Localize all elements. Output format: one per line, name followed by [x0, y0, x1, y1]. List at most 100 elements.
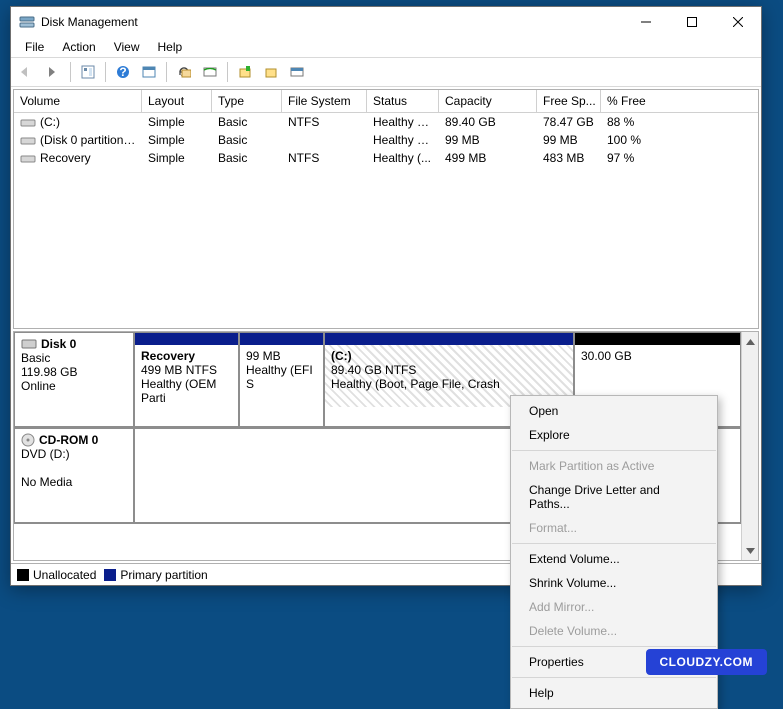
- help-button[interactable]: ?: [111, 60, 135, 84]
- part-line2: 99 MB: [246, 349, 317, 363]
- vol-pct: 97 %: [601, 150, 681, 166]
- ctx-change-drive-letter[interactable]: Change Drive Letter and Paths...: [511, 478, 717, 516]
- maximize-button[interactable]: [669, 7, 715, 37]
- col-filesystem[interactable]: File System: [282, 90, 367, 112]
- vol-cap: 89.40 GB: [439, 114, 537, 130]
- ctx-explore[interactable]: Explore: [511, 423, 717, 447]
- partition-color-bar: [575, 333, 740, 345]
- toolbar-sep: [70, 62, 71, 82]
- cdrom-icon: [21, 433, 35, 447]
- titlebar-left: Disk Management: [19, 14, 138, 30]
- vol-type: Basic: [212, 132, 282, 148]
- action3-icon[interactable]: [285, 60, 309, 84]
- vol-pct: 100 %: [601, 132, 681, 148]
- vertical-scrollbar[interactable]: [741, 332, 758, 560]
- col-free[interactable]: Free Sp...: [537, 90, 601, 112]
- vol-pct: 88 %: [601, 114, 681, 130]
- vol-cap: 99 MB: [439, 132, 537, 148]
- action2-icon[interactable]: [259, 60, 283, 84]
- menu-help[interactable]: Help: [150, 38, 191, 56]
- svg-text:?: ?: [119, 65, 126, 79]
- swatch-blue: [104, 569, 116, 581]
- minimize-button[interactable]: [623, 7, 669, 37]
- col-capacity[interactable]: Capacity: [439, 90, 537, 112]
- part-line2: 499 MB NTFS: [141, 363, 232, 377]
- action1-icon[interactable]: [233, 60, 257, 84]
- vol-status: Healthy (...: [367, 150, 439, 166]
- vol-fs: NTFS: [282, 150, 367, 166]
- cdrom-info[interactable]: CD-ROM 0 DVD (D:) No Media: [14, 428, 134, 523]
- window-controls: [623, 7, 761, 37]
- legend-primary: Primary partition: [104, 568, 207, 582]
- cdrom-sub: DVD (D:): [21, 447, 127, 461]
- volume-row[interactable]: Recovery Simple Basic NTFS Healthy (... …: [14, 149, 758, 167]
- col-spacer: [681, 90, 758, 112]
- disk0-title: Disk 0: [41, 337, 76, 351]
- volume-row[interactable]: (Disk 0 partition 2) Simple Basic Health…: [14, 131, 758, 149]
- drive-icon: [20, 135, 36, 147]
- vol-name: Recovery: [40, 151, 91, 165]
- watermark: CLOUDZY.COM: [646, 649, 768, 675]
- toolbar: ?: [11, 57, 761, 87]
- col-type[interactable]: Type: [212, 90, 282, 112]
- ctx-format: Format...: [511, 516, 717, 540]
- vol-status: Healthy (B...: [367, 114, 439, 130]
- part-line3: Healthy (OEM Parti: [141, 377, 232, 405]
- ctx-sep: [512, 450, 716, 451]
- legend-unallocated: Unallocated: [17, 568, 96, 582]
- disk0-type: Basic: [21, 351, 127, 365]
- volume-row[interactable]: (C:) Simple Basic NTFS Healthy (B... 89.…: [14, 113, 758, 131]
- col-volume[interactable]: Volume: [14, 90, 142, 112]
- col-layout[interactable]: Layout: [142, 90, 212, 112]
- ctx-sep: [512, 646, 716, 647]
- disk0-state: Online: [21, 379, 127, 393]
- forward-button[interactable]: [41, 60, 65, 84]
- drive-icon: [20, 153, 36, 165]
- partition-color-bar: [135, 333, 238, 345]
- col-status[interactable]: Status: [367, 90, 439, 112]
- col-pct[interactable]: % Free: [601, 90, 681, 112]
- vol-fs: NTFS: [282, 114, 367, 130]
- part-efi[interactable]: 99 MB Healthy (EFI S: [239, 332, 324, 427]
- ctx-shrink-volume[interactable]: Shrink Volume...: [511, 571, 717, 595]
- scroll-up-icon[interactable]: [743, 334, 758, 349]
- vol-layout: Simple: [142, 150, 212, 166]
- volume-header-row: Volume Layout Type File System Status Ca…: [14, 90, 758, 113]
- ctx-mark-active: Mark Partition as Active: [511, 454, 717, 478]
- menu-action[interactable]: Action: [54, 38, 103, 56]
- ctx-sep: [512, 543, 716, 544]
- titlebar: Disk Management: [11, 7, 761, 37]
- ctx-help[interactable]: Help: [511, 681, 717, 705]
- part-recovery[interactable]: Recovery 499 MB NTFS Healthy (OEM Parti: [134, 332, 239, 427]
- menu-file[interactable]: File: [17, 38, 52, 56]
- window-title: Disk Management: [41, 15, 138, 29]
- close-button[interactable]: [715, 7, 761, 37]
- ctx-add-mirror: Add Mirror...: [511, 595, 717, 619]
- volume-rows: (C:) Simple Basic NTFS Healthy (B... 89.…: [14, 113, 758, 167]
- vol-free: 483 MB: [537, 150, 601, 166]
- swatch-black: [17, 569, 29, 581]
- disk0-info[interactable]: Disk 0 Basic 119.98 GB Online: [14, 332, 134, 427]
- legend-unalloc-label: Unallocated: [33, 568, 96, 582]
- scroll-down-icon[interactable]: [743, 543, 758, 558]
- part-line2: 89.40 GB NTFS: [331, 363, 567, 377]
- vol-fs: [282, 139, 367, 141]
- toolbar-sep: [227, 62, 228, 82]
- back-button[interactable]: [15, 60, 39, 84]
- vol-name: (C:): [40, 115, 60, 129]
- vol-name: (Disk 0 partition 2): [40, 133, 137, 147]
- panel1-icon[interactable]: [137, 60, 161, 84]
- refresh-button[interactable]: [172, 60, 196, 84]
- vol-free: 78.47 GB: [537, 114, 601, 130]
- part-name: (C:): [331, 349, 567, 363]
- toolbar-sep: [166, 62, 167, 82]
- disk0-size: 119.98 GB: [21, 365, 127, 379]
- ctx-open[interactable]: Open: [511, 399, 717, 423]
- menu-view[interactable]: View: [106, 38, 148, 56]
- rescan-icon[interactable]: [198, 60, 222, 84]
- vol-layout: Simple: [142, 114, 212, 130]
- show-hide-tree-button[interactable]: [76, 60, 100, 84]
- ctx-extend-volume[interactable]: Extend Volume...: [511, 547, 717, 571]
- app-icon: [19, 14, 35, 30]
- volume-list-pane: Volume Layout Type File System Status Ca…: [13, 89, 759, 329]
